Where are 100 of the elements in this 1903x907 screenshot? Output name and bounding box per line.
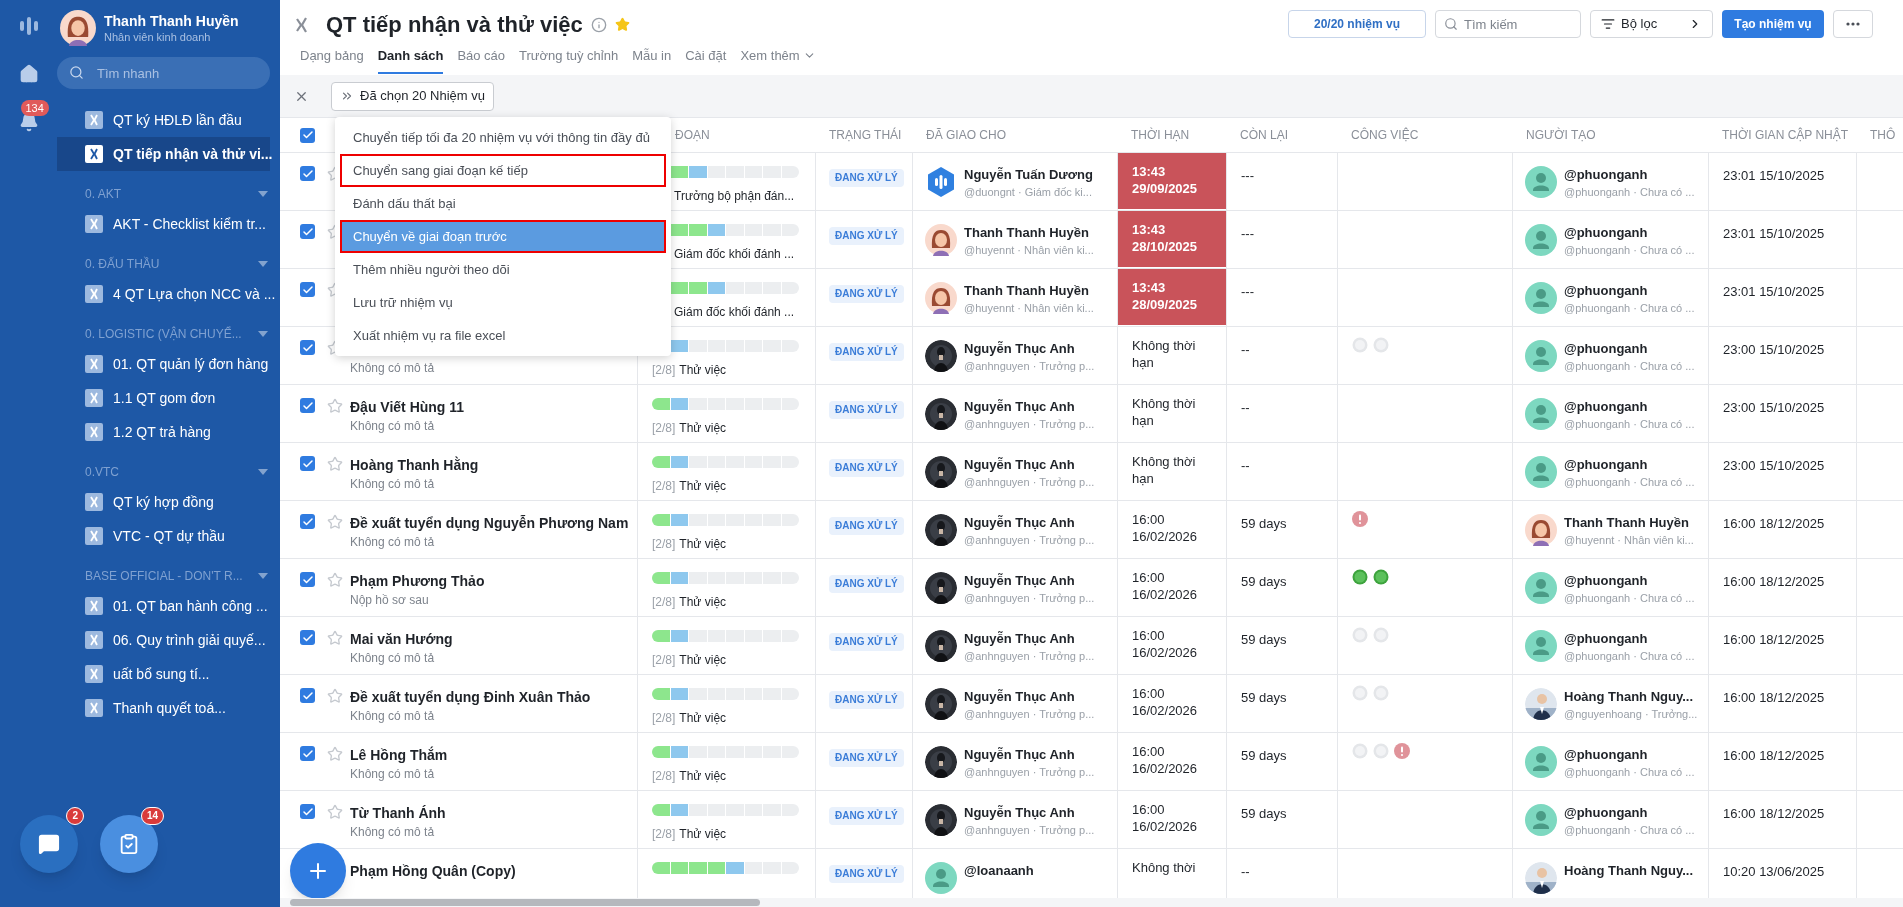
star-icon[interactable] [327,572,343,588]
task-title[interactable]: Đề xuất tuyển dụng Đinh Xuân Thảo [350,689,591,705]
caret-icon[interactable] [258,191,268,197]
bell-icon[interactable] [18,112,39,132]
menu-item[interactable]: Chuyển sang giai đoạn kế tiếp [340,154,666,187]
task-title[interactable]: Lê Hồng Thắm [350,747,448,763]
person-detail: @phuonganh · Chưa có ... [1564,301,1695,316]
task-title[interactable]: Từ Thanh Ánh [350,805,446,821]
checkbox[interactable] [300,166,315,181]
sidebar-item[interactable]: Thanh quyết toá... [57,691,270,725]
logo-icon[interactable] [18,16,39,36]
person-detail: @phuonganh · Chưa có ... [1564,417,1695,432]
checkbox[interactable] [300,746,315,761]
person-name: Nguyễn Thục Anh [964,398,1076,416]
checkbox[interactable] [300,688,315,703]
search-field[interactable]: Tìm kiếm [1435,10,1581,38]
selection-button[interactable]: Đã chọn 20 Nhiệm vụ [331,81,494,111]
caret-icon[interactable] [258,261,268,267]
caret-icon[interactable] [258,573,268,579]
remaining-time: 59 days [1241,690,1287,705]
star-icon[interactable] [327,746,343,762]
star-icon[interactable] [327,688,343,704]
checkbox[interactable] [300,514,315,529]
status-badge: ĐANG XỬ LÝ [829,749,904,767]
task-title[interactable]: Mai văn Hướng [350,631,453,647]
sidebar-item[interactable]: QT ký hợp đồng [57,485,270,519]
caret-icon[interactable] [258,469,268,475]
star-icon[interactable] [327,804,343,820]
sidebar-item[interactable]: AKT - Checklist kiểm tr... [57,207,270,241]
view-tab[interactable]: Báo cáo [457,46,506,74]
sidebar-item[interactable]: 01. QT ban hành công ... [57,589,270,623]
process-icon [85,423,103,441]
horizontal-scrollbar[interactable] [280,898,1903,907]
checkbox[interactable] [300,804,315,819]
sidebar-item[interactable]: QT tiếp nhận và thử vi... [57,137,270,171]
quick-search-field[interactable]: Tìm nhanh [57,57,270,89]
checkbox[interactable] [300,282,315,297]
woman-avatar-icon [60,10,96,46]
remaining-time: -- [1241,458,1250,473]
empty-status-icon [1373,743,1389,759]
star-icon[interactable] [327,456,343,472]
checkbox[interactable] [300,398,315,413]
menu-item[interactable]: Thêm nhiều người theo dõi [340,253,666,286]
stage-count: [2/8] [652,594,676,611]
sidebar-item[interactable]: QT ký HĐLĐ lần đầu [57,103,270,137]
sidebar-item[interactable]: VTC - QT dự thầu [57,519,270,553]
sidebar-item[interactable]: 1.1 QT gom đơn [57,381,270,415]
checkbox[interactable] [300,340,315,355]
user-avatar-icon [1525,746,1557,778]
home-icon[interactable] [18,64,39,84]
menu-item[interactable]: Xuất nhiệm vụ ra file excel [340,319,666,352]
star-icon[interactable] [614,17,630,32]
empty-status-icon [1373,627,1389,643]
task-title[interactable]: Phạm Phương Thảo [350,573,485,589]
stage-count: [2/8] [652,826,676,843]
checkbox[interactable] [300,224,315,239]
checkbox[interactable] [300,630,315,645]
task-title[interactable]: Đậu Viết Hùng 11 [350,399,465,415]
column-header: THÔ [1870,126,1896,144]
sidebar-item[interactable]: uất bổ sung tí... [57,657,270,691]
checkbox[interactable] [300,572,315,587]
menu-item[interactable]: Đánh dấu thất bại [340,187,666,220]
caret-icon[interactable] [258,331,268,337]
view-tab[interactable]: Danh sách [377,46,444,74]
person-name: Nguyễn Thục Anh [964,572,1076,590]
menu-item[interactable]: Chuyển tiếp tối đa 20 nhiệm vụ với thông tin đầy đủ [340,121,666,154]
task-title[interactable]: Hoàng Thanh Hằng [350,457,479,473]
task-description: Không có mô tả [350,476,436,493]
column-header: NGƯỜI TẠO [1526,126,1596,144]
deadline: 16:00 16/02/2026 [1132,801,1199,835]
filter-button[interactable]: Bộ lọc [1590,10,1713,38]
view-tab[interactable]: Trường tuỳ chỉnh [519,46,619,74]
info-icon[interactable] [590,16,607,33]
process-icon [85,527,103,545]
deadline: 16:00 16/02/2026 [1132,569,1199,603]
view-tab[interactable]: Xem thêm [740,46,816,74]
star-icon[interactable] [327,630,343,646]
stage-count: [2/8] [652,768,676,785]
section-header: BASE OFFICIAL - DON'T R... [85,568,243,585]
view-tab[interactable]: Cài đặt [685,46,727,74]
checkbox[interactable] [300,456,315,471]
star-icon[interactable] [327,398,343,414]
updated-time: 23:00 15/10/2025 [1723,400,1825,415]
sidebar-item[interactable]: 01. QT quản lý đơn hàng [57,347,270,381]
task-title[interactable]: Phạm Hồng Quân (Copy) [350,863,516,879]
view-tab[interactable]: Mẫu in [632,46,672,74]
task-title[interactable]: Đề xuất tuyển dụng Nguyễn Phương Nam [350,515,629,531]
sidebar-item[interactable]: 1.2 QT trả hàng [57,415,270,449]
create-task-button[interactable]: Tạo nhiệm vụ [1722,10,1824,38]
menu-item[interactable]: Lưu trữ nhiệm vụ [340,286,666,319]
updated-time: 23:01 15/10/2025 [1723,168,1825,183]
clipboard-icon [118,833,140,855]
task-count-button[interactable]: 20/20 nhiệm vụ [1288,10,1426,38]
view-tab[interactable]: Dạng bảng [300,46,364,74]
person-name: @loanaanh [964,862,1034,880]
checkbox[interactable] [300,127,315,143]
section-header: 0. ĐẤU THẦU [85,255,160,273]
sidebar-item[interactable]: 06. Quy trình giải quyế... [57,623,270,657]
star-icon[interactable] [327,514,343,530]
stage-count: [2/8] [652,652,676,669]
